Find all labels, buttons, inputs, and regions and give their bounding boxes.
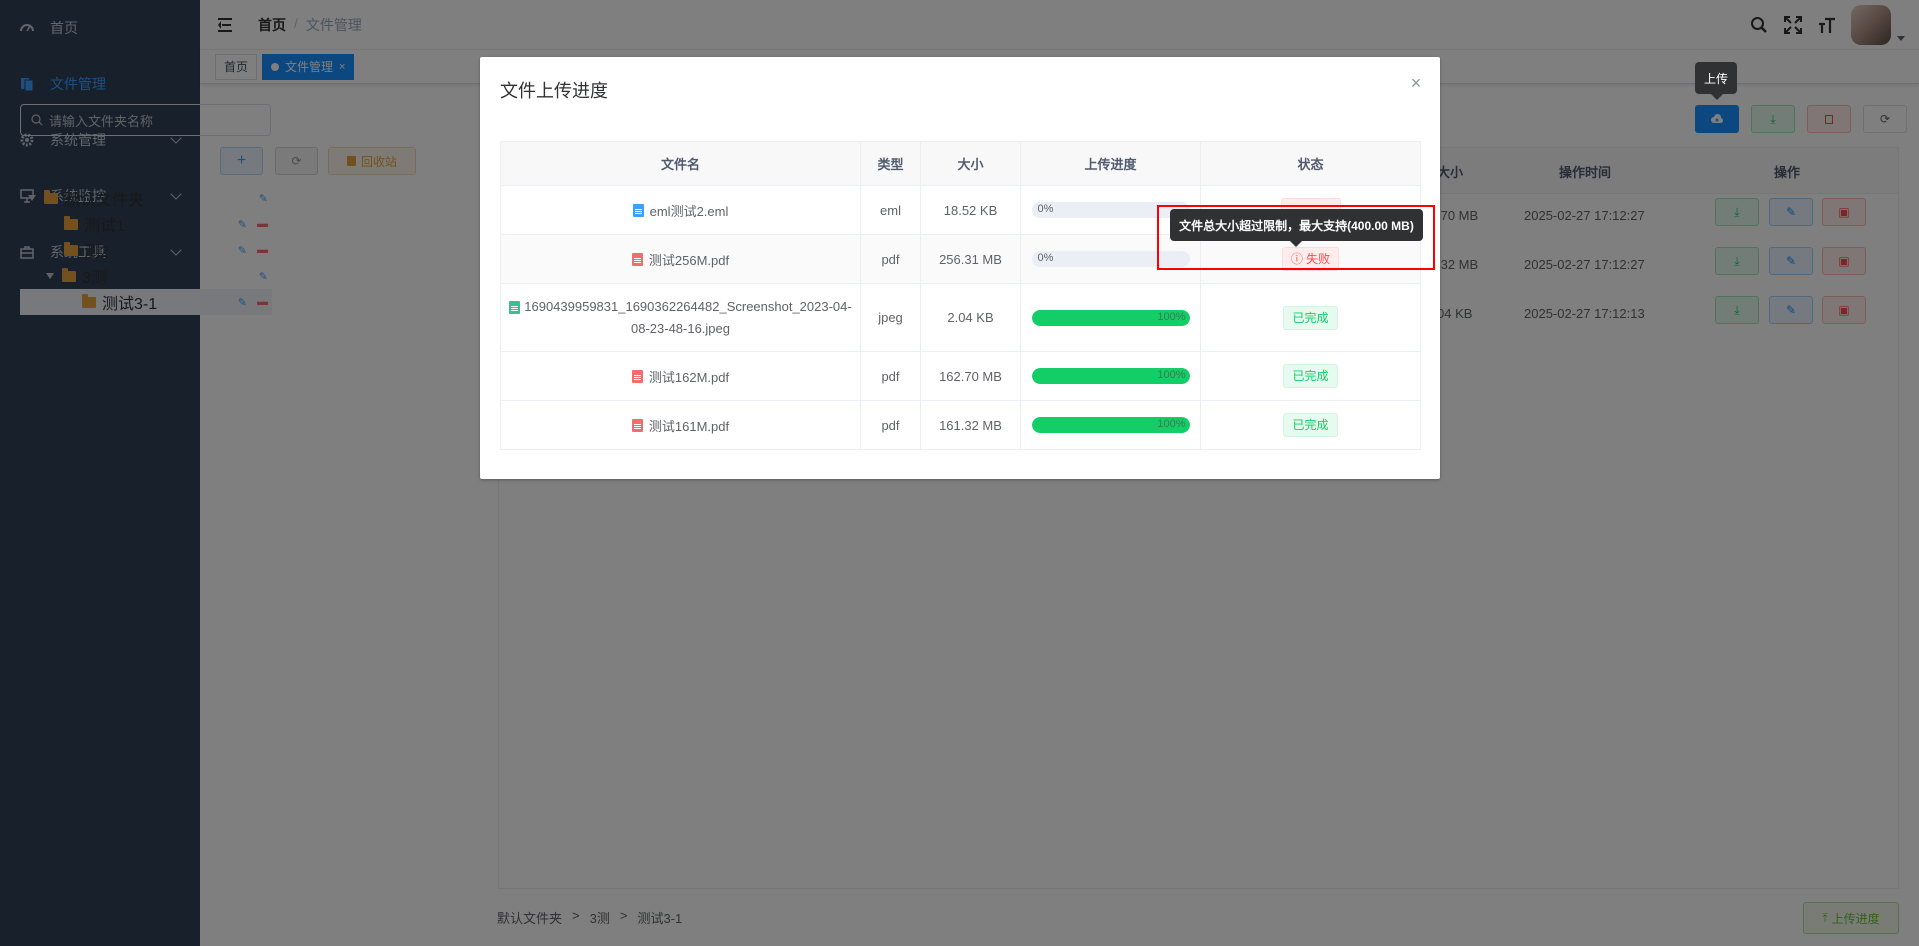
- error-tooltip: 文件总大小超过限制，最大支持(400.00 MB): [1170, 209, 1423, 247]
- type-cell: pdf: [860, 234, 921, 284]
- dialog-title: 文件上传进度: [500, 81, 608, 101]
- close-icon[interactable]: ×: [1408, 74, 1424, 92]
- upload-progress-dialog: 文件上传进度 × 文件名 类型 大小 上传进度 状态 eml测试2.eml em…: [480, 57, 1440, 479]
- status-badge: 已完成: [1283, 305, 1338, 330]
- status-cell: 已完成: [1200, 351, 1421, 401]
- status-badge: 已完成: [1283, 364, 1338, 388]
- table-row: 测试161M.pdf pdf 161.32 MB 100% 已完成: [500, 400, 1421, 450]
- size-cell: 2.04 KB: [920, 283, 1021, 352]
- table-header-row: 文件名 类型 大小 上传进度 状态: [500, 141, 1421, 186]
- table-row: 1690439959831_1690362264482_Screenshot_2…: [500, 283, 1421, 352]
- pdf-icon: [631, 252, 643, 266]
- type-cell: eml: [860, 185, 921, 235]
- progress-text: 100%: [1157, 418, 1186, 430]
- filename: 测试162M.pdf: [648, 369, 730, 385]
- progress-cell: 100%: [1020, 351, 1201, 401]
- header-type: 类型: [860, 141, 921, 186]
- size-cell: 161.32 MB: [920, 400, 1021, 450]
- type-cell: pdf: [860, 400, 921, 450]
- header-progress: 上传进度: [1020, 141, 1201, 186]
- progress-text: 0%: [1037, 252, 1054, 264]
- header-status: 状态: [1200, 141, 1421, 186]
- status-cell: ⓘ 失败: [1200, 234, 1421, 284]
- status-badge-failed[interactable]: ⓘ 失败: [1281, 247, 1340, 271]
- upload-table: 文件名 类型 大小 上传进度 状态 eml测试2.eml eml 18.52 K…: [500, 141, 1421, 450]
- filename-cell: 测试162M.pdf: [500, 351, 861, 401]
- table-row: 测试162M.pdf pdf 162.70 MB 100% 已完成: [500, 351, 1421, 401]
- progress-cell: 100%: [1020, 400, 1201, 450]
- filename: 测试161M.pdf: [648, 418, 730, 434]
- progress-bar: 100%: [1031, 309, 1190, 326]
- filename: 1690439959831_1690362264482_Screenshot_2…: [524, 298, 852, 336]
- filename-cell: 测试256M.pdf: [500, 234, 861, 284]
- warning-icon: ⓘ: [1290, 252, 1307, 266]
- status-text: 失败: [1306, 252, 1331, 266]
- header-size: 大小: [920, 141, 1021, 186]
- upload-tooltip: 上传: [1695, 62, 1737, 100]
- document-icon: [632, 203, 644, 217]
- progress-text: 0%: [1037, 203, 1054, 215]
- filename: eml测试2.eml: [649, 203, 729, 219]
- size-cell: 18.52 KB: [920, 185, 1021, 235]
- pdf-icon: [631, 418, 643, 432]
- progress-bar: 0%: [1031, 251, 1190, 267]
- progress-cell: 100%: [1020, 283, 1201, 352]
- progress-text: 100%: [1157, 310, 1186, 323]
- status-cell: 已完成: [1200, 400, 1421, 450]
- type-cell: pdf: [860, 351, 921, 401]
- progress-bar: 100%: [1031, 368, 1190, 384]
- status-badge: 已完成: [1283, 413, 1338, 437]
- progress-text: 100%: [1157, 369, 1186, 381]
- image-icon: [509, 300, 521, 314]
- filename: 测试256M.pdf: [648, 252, 730, 268]
- header-filename: 文件名: [500, 141, 861, 186]
- progress-cell: 0%: [1020, 234, 1201, 284]
- size-cell: 162.70 MB: [920, 351, 1021, 401]
- type-cell: jpeg: [860, 283, 921, 352]
- size-cell: 256.31 MB: [920, 234, 1021, 284]
- progress-bar: 100%: [1031, 417, 1190, 433]
- filename-cell: eml测试2.eml: [500, 185, 861, 235]
- filename-cell: 测试161M.pdf: [500, 400, 861, 450]
- pdf-icon: [631, 369, 643, 383]
- filename-cell: 1690439959831_1690362264482_Screenshot_2…: [500, 283, 861, 352]
- progress-bar: 0%: [1031, 202, 1190, 218]
- table-row: 测试256M.pdf pdf 256.31 MB 0% ⓘ 失败: [500, 234, 1421, 284]
- status-cell: 已完成: [1200, 283, 1421, 352]
